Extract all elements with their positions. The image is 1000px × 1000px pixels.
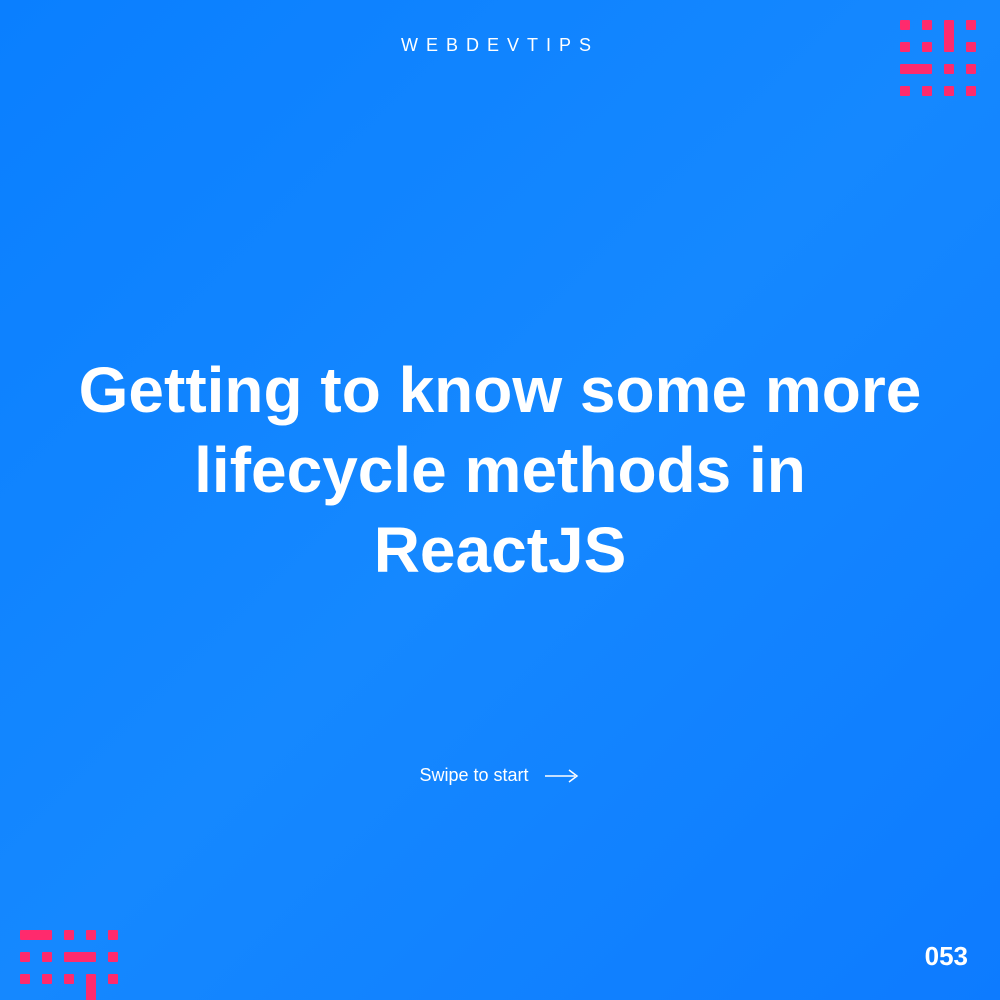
- title-text: Getting to know some more lifecycle meth…: [79, 354, 922, 586]
- brand-header: WEBDEVTIPS: [0, 35, 1000, 56]
- arrow-right-icon: [545, 769, 581, 783]
- decorative-pattern-top-right: [900, 20, 980, 110]
- page-number: 053: [925, 941, 968, 972]
- brand-text: WEBDEVTIPS: [401, 35, 599, 55]
- page-title: Getting to know some more lifecycle meth…: [0, 350, 1000, 590]
- swipe-text: Swipe to start: [419, 765, 528, 786]
- decorative-pattern-bottom-left: [20, 930, 140, 1000]
- page-number-text: 053: [925, 941, 968, 971]
- swipe-prompt[interactable]: Swipe to start: [0, 765, 1000, 786]
